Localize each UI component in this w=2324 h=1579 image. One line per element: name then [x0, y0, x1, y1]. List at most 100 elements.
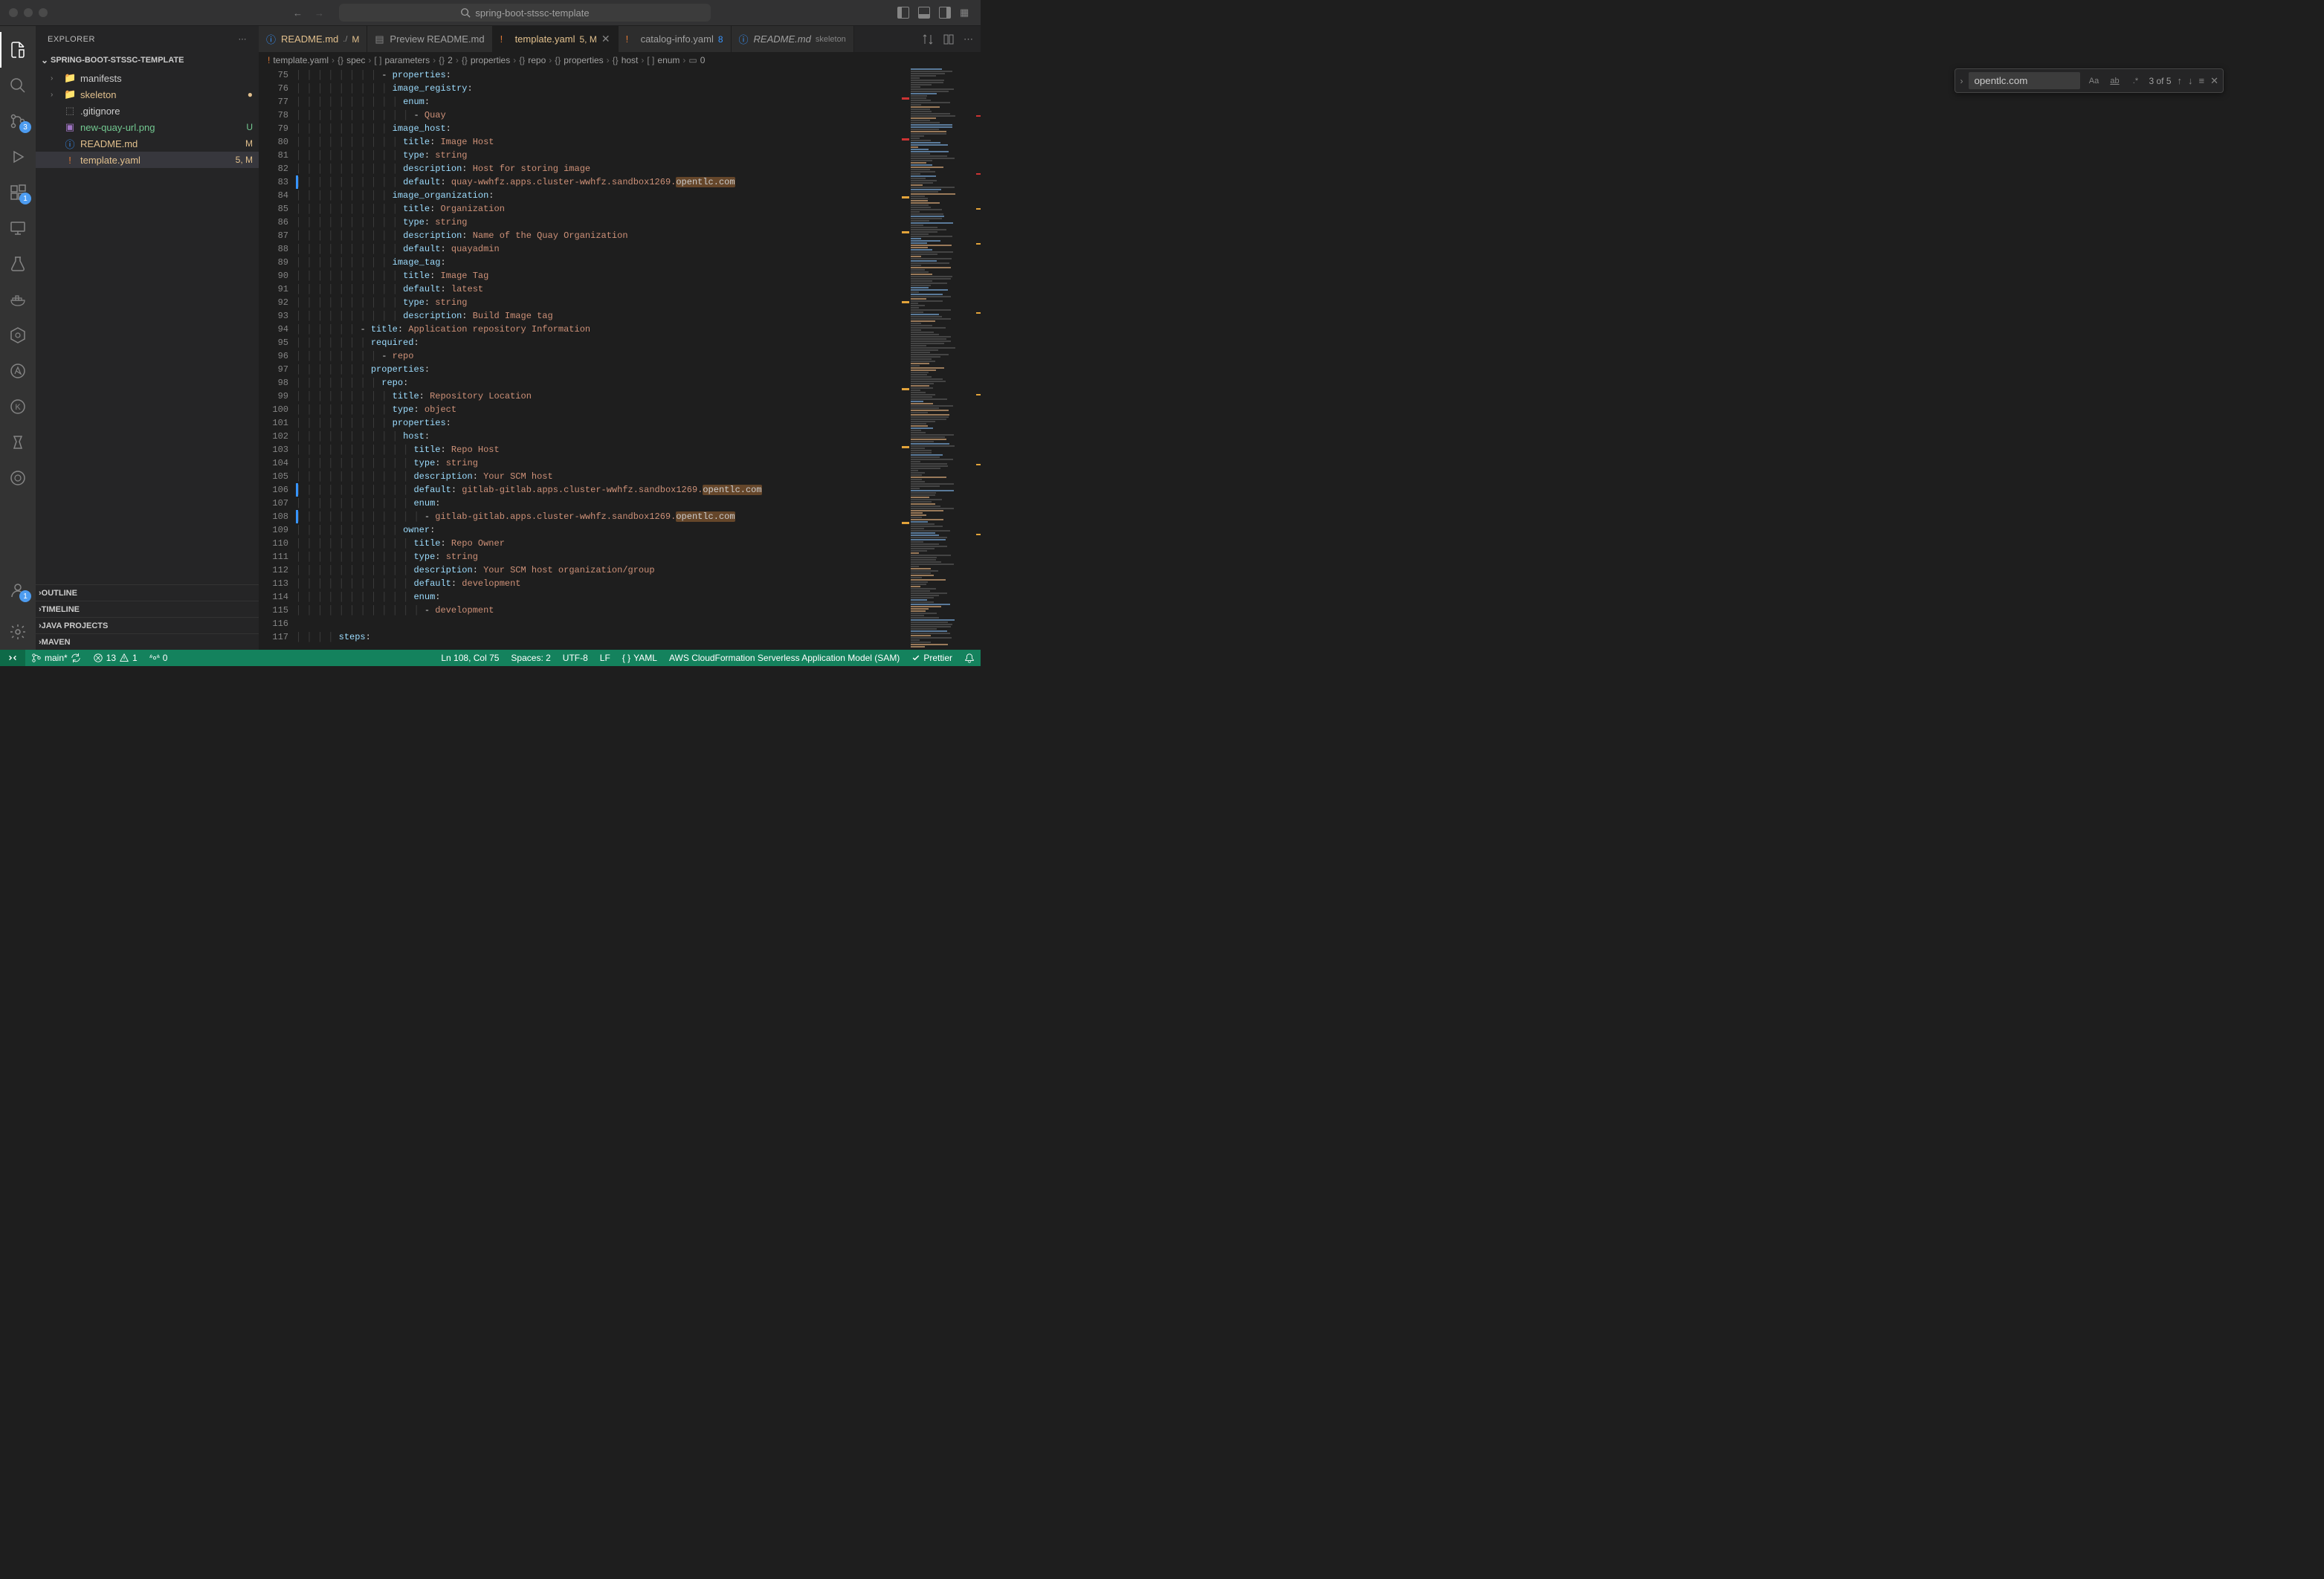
editor-area: ⓘREADME.md./M▤Preview README.md!template… [259, 26, 981, 650]
toggle-primary-sidebar-icon[interactable] [897, 7, 909, 19]
chevron-right-icon: › [51, 91, 59, 99]
ports[interactable]: 0 [143, 650, 174, 666]
more-actions-icon[interactable]: ⋯ [964, 33, 973, 45]
file-icon: ⬚ [64, 105, 76, 117]
search-view-icon[interactable] [0, 68, 36, 103]
breadcrumb-segment[interactable]: spec [346, 55, 365, 65]
schema[interactable]: AWS CloudFormation Serverless Applicatio… [663, 653, 906, 663]
toggle-secondary-sidebar-icon[interactable] [939, 7, 951, 19]
code-area[interactable]: │ │ │ │ │ │ │ │ - properties:│ │ │ │ │ │… [296, 68, 909, 650]
nav-back-icon[interactable]: ← [293, 7, 303, 19]
find-close-icon[interactable]: ✕ [2210, 75, 2218, 87]
sync-icon [71, 653, 81, 663]
source-control-icon[interactable]: 3 [0, 103, 36, 139]
folder-root[interactable]: ⌄ SPRING-BOOT-STSSC-TEMPLATE [36, 52, 259, 68]
minimap[interactable] [909, 68, 981, 650]
formatter[interactable]: Prettier [906, 653, 958, 663]
whole-word-icon[interactable]: ab [2107, 74, 2122, 88]
tab-preview-readme-md[interactable]: ▤Preview README.md [367, 26, 492, 52]
sync-icon[interactable] [0, 460, 36, 496]
explorer-sidebar: EXPLORER ⋯ ⌄ SPRING-BOOT-STSSC-TEMPLATE … [36, 26, 259, 650]
find-selection-icon[interactable]: ≡ [2199, 75, 2205, 86]
status-bar: main* 13 1 0 Ln 108, Col 75 Spaces: 2 UT… [0, 650, 981, 666]
folder-icon: 📁 [64, 88, 76, 100]
breadcrumb-segment[interactable]: parameters [384, 55, 430, 65]
command-center[interactable]: spring-boot-stssc-template [339, 4, 711, 22]
breadcrumb-segment[interactable]: 0 [700, 55, 706, 65]
file-README.md[interactable]: ⓘREADME.mdM [36, 135, 259, 152]
editor-content[interactable]: 7576777879808182838485868788899091929394… [259, 68, 981, 650]
close-window[interactable] [9, 8, 18, 17]
info-icon: ⓘ [739, 32, 749, 46]
k-ext-icon[interactable]: K [0, 389, 36, 424]
compare-icon[interactable] [922, 33, 934, 45]
run-debug-icon[interactable] [0, 139, 36, 175]
section-outline[interactable]: ›OUTLINE [36, 584, 259, 601]
remote-explorer-icon[interactable] [0, 210, 36, 246]
git-branch[interactable]: main* [25, 650, 87, 666]
file-.gitignore[interactable]: ⬚.gitignore [36, 103, 259, 119]
find-input[interactable] [1969, 72, 2080, 89]
notifications-icon[interactable] [958, 653, 981, 663]
toggle-panel-icon[interactable] [918, 7, 930, 19]
tab-catalog-info-yaml[interactable]: !catalog-info.yaml8 [619, 26, 732, 52]
tab-close-icon[interactable]: ✕ [601, 33, 610, 45]
chevron-right-icon: › [51, 74, 59, 83]
kubernetes-icon[interactable] [0, 317, 36, 353]
accounts-badge: 1 [19, 590, 31, 602]
find-prev-icon[interactable]: ↑ [2178, 75, 2183, 86]
svg-text:K: K [15, 403, 21, 412]
window-controls[interactable] [9, 8, 48, 17]
tab-readme-md[interactable]: ⓘREADME.mdskeleton [732, 26, 854, 52]
split-icon[interactable] [943, 33, 955, 45]
find-expand-icon[interactable]: › [1960, 76, 1963, 86]
editor-tabs: ⓘREADME.md./M▤Preview README.md!template… [259, 26, 981, 52]
testing-icon[interactable] [0, 246, 36, 282]
breadcrumb-segment[interactable]: host [622, 55, 639, 65]
section-maven[interactable]: ›MAVEN [36, 633, 259, 650]
zoom-window[interactable] [39, 8, 48, 17]
explorer-view-icon[interactable] [0, 32, 36, 68]
folder-skeleton[interactable]: ›📁skeleton● [36, 86, 259, 103]
find-widget[interactable]: › Aa ab .* 3 of 5 ↑ ↓ ≡ ✕ [1955, 68, 2224, 93]
yaml-icon: ! [500, 33, 511, 45]
extensions-icon[interactable]: 1 [0, 175, 36, 210]
breadcrumb[interactable]: ! template.yaml›{} spec›[ ] parameters›{… [259, 52, 981, 68]
section-timeline[interactable]: ›TIMELINE [36, 601, 259, 617]
accounts-icon[interactable]: 1 [0, 572, 36, 608]
breadcrumb-segment[interactable]: enum [657, 55, 680, 65]
file-template.yaml[interactable]: !template.yaml5, M [36, 152, 259, 168]
language-mode[interactable]: { } YAML [616, 653, 663, 663]
regex-icon[interactable]: .* [2128, 74, 2143, 88]
breadcrumb-segment[interactable]: template.yaml [273, 55, 329, 65]
cursor-position[interactable]: Ln 108, Col 75 [435, 653, 505, 663]
explorer-more-icon[interactable]: ⋯ [239, 34, 248, 44]
section-java-projects[interactable]: ›JAVA PROJECTS [36, 617, 259, 633]
breadcrumb-segment[interactable]: properties [471, 55, 510, 65]
breadcrumb-segment[interactable]: repo [528, 55, 546, 65]
eol[interactable]: LF [594, 653, 616, 663]
breadcrumb-segment[interactable]: 2 [448, 55, 453, 65]
overview-ruler[interactable] [900, 68, 909, 650]
problems[interactable]: 13 1 [87, 650, 143, 666]
encoding[interactable]: UTF-8 [557, 653, 594, 663]
file-new-quay-url.png[interactable]: ▣new-quay-url.pngU [36, 119, 259, 135]
tab-readme-md[interactable]: ⓘREADME.md./M [259, 26, 367, 52]
folder-manifests[interactable]: ›📁manifests [36, 70, 259, 86]
docker-icon[interactable] [0, 282, 36, 317]
tab-template-yaml[interactable]: !template.yaml5, M✕ [493, 26, 619, 52]
find-result-count: 3 of 5 [2149, 76, 2171, 86]
nav-forward-icon[interactable]: → [314, 7, 324, 19]
settings-gear-icon[interactable] [0, 614, 36, 650]
minimize-window[interactable] [24, 8, 33, 17]
info-icon: ⓘ [266, 32, 277, 46]
match-case-icon[interactable]: Aa [2086, 74, 2101, 88]
breadcrumb-segment[interactable]: properties [564, 55, 603, 65]
customize-layout-icon[interactable]: ▦ [960, 7, 972, 19]
indentation[interactable]: Spaces: 2 [505, 653, 556, 663]
timer-icon[interactable] [0, 424, 36, 460]
find-next-icon[interactable]: ↓ [2188, 75, 2193, 86]
remote-indicator[interactable] [0, 650, 25, 666]
ansible-icon[interactable] [0, 353, 36, 389]
activity-bar: 3 1 K [0, 26, 36, 650]
